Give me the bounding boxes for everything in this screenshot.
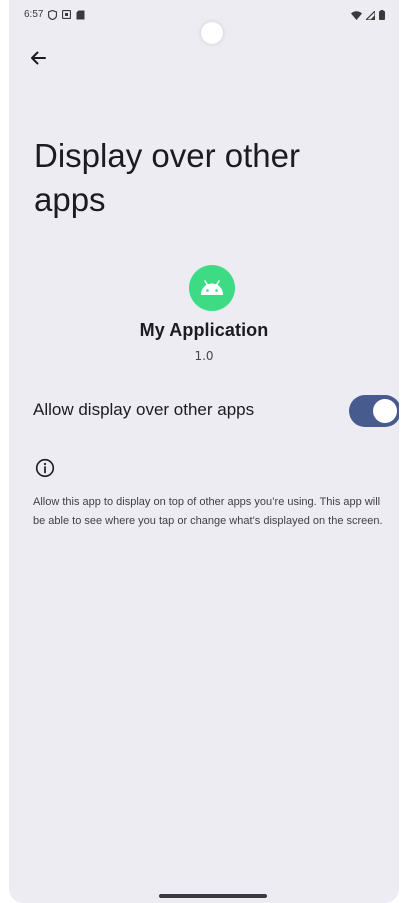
home-indicator[interactable] [159,894,267,898]
app-name: My Application [139,320,269,340]
signal-icon [366,10,375,20]
back-button[interactable] [25,45,51,71]
info-description: Allow this app to display on top of othe… [33,496,383,527]
android-icon [201,280,223,295]
page-title: Display over other apps [34,137,300,218]
app-version: 1.0 [194,349,214,363]
arrow-back-icon [31,51,46,65]
media-icon [62,10,72,19]
setting-label: Allow display over other apps [33,400,255,419]
battery-icon [379,10,385,20]
sd-card-icon [76,10,85,20]
shield-icon [48,9,58,20]
status-time: 6:57 [24,9,44,20]
screen: 6:57 Display over other apps My Applicat… [9,0,399,903]
allow-display-switch[interactable] [349,395,399,427]
camera-cutout [201,22,223,44]
switch-thumb [373,399,397,423]
info-icon [35,458,55,483]
wifi-icon [351,10,362,20]
status-bar-right [347,10,385,20]
app-icon [189,265,235,311]
allow-display-setting[interactable]: Allow display over other apps [9,390,399,434]
status-bar-left: 6:57 [24,9,90,20]
